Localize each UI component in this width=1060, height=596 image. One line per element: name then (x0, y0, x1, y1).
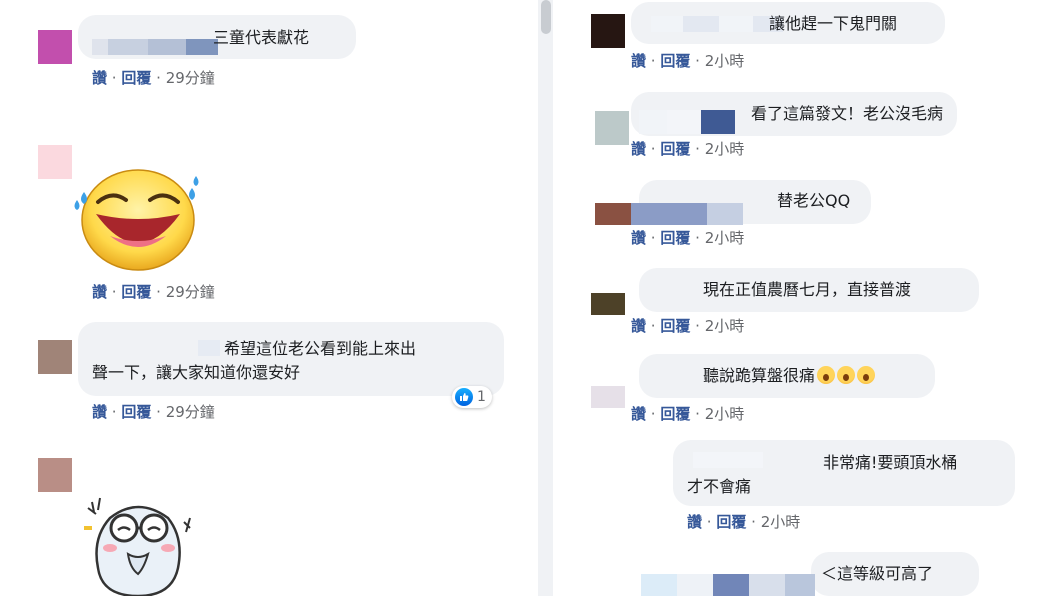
comments-column-right: 讓他趕一下鬼門關 讚 · 回覆 · 2小時 看了這篇發文！老公沒毛病 讚 · 回… (553, 0, 1060, 596)
comment-text-line2: 聲一下，讓大家知道你還安好 (92, 363, 301, 382)
hamster-glasses-sticker (84, 497, 191, 596)
timestamp[interactable]: 2小時 (705, 405, 745, 423)
avatar[interactable] (591, 293, 625, 315)
like-link[interactable]: 讚 (92, 403, 107, 421)
timestamp[interactable]: 29分鐘 (166, 69, 215, 87)
column-divider (538, 0, 553, 596)
comment-text: 三童代表獻花 (213, 28, 310, 47)
comment-bubble: 現在正值農曆七月，直接普渡 (639, 268, 979, 312)
like-link[interactable]: 讚 (631, 229, 646, 247)
reply-link[interactable]: 回覆 (121, 69, 151, 87)
comment-text: 替老公QQ (777, 191, 851, 210)
timestamp[interactable]: 29分鐘 (166, 403, 215, 421)
comment-text-line1: 非常痛!要頭頂水桶 (823, 453, 958, 472)
comment-actions: 讚 · 回覆 · 2小時 (631, 140, 745, 158)
timestamp[interactable]: 2小時 (705, 52, 745, 70)
redacted-name (198, 340, 220, 356)
comment-text: 現在正值農曆七月，直接普渡 (703, 280, 912, 299)
comment-actions: 讚 · 回覆 · 2小時 (631, 52, 745, 70)
comment-actions: 讚 · 回覆 · 2小時 (631, 317, 745, 335)
comment-text: 看了這篇發文！老公沒毛病 (751, 104, 944, 123)
comment-text: 讓他趕一下鬼門關 (769, 14, 898, 33)
comments-column-left: 三童代表獻花 讚 · 回覆 · 29分鐘 讚 · 回覆 · 29分鐘 希望這位老… (0, 0, 538, 596)
timestamp[interactable]: 2小時 (761, 513, 801, 531)
comment-actions: 讚 · 回覆 · 29分鐘 (92, 403, 215, 421)
reply-link[interactable]: 回覆 (660, 140, 690, 158)
reply-link[interactable]: 回覆 (660, 405, 690, 423)
like-link[interactable]: 讚 (631, 317, 646, 335)
timestamp[interactable]: 2小時 (705, 229, 745, 247)
like-link[interactable]: 讚 (631, 52, 646, 70)
comment-bubble: 聽說跪算盤很痛 (639, 354, 935, 398)
avatar[interactable] (38, 340, 72, 374)
comment-bubble: ＜這等級可高了 (811, 552, 979, 596)
avatar[interactable] (38, 30, 72, 64)
avatar[interactable] (38, 458, 72, 492)
comment-actions: 讚 · 回覆 · 29分鐘 (92, 283, 215, 301)
avatar[interactable] (38, 145, 72, 179)
comment-text-line1: 希望這位老公看到能上來出 (224, 339, 417, 358)
redacted-name (641, 574, 815, 596)
avatar[interactable] (595, 111, 629, 145)
like-link[interactable]: 讚 (631, 405, 646, 423)
like-link[interactable]: 讚 (687, 513, 702, 531)
laughing-tears-emoji (74, 169, 199, 271)
reply-link[interactable]: 回覆 (660, 52, 690, 70)
redacted-name (651, 16, 783, 32)
timestamp[interactable]: 2小時 (705, 317, 745, 335)
redacted-name (92, 39, 218, 55)
comment-bubble: 非常痛!要頭頂水桶 才不會痛 (673, 440, 1015, 506)
open-mouth-emoji (817, 366, 836, 384)
thumbs-up-icon (455, 388, 473, 406)
avatar[interactable] (591, 386, 625, 408)
redacted-name (693, 452, 763, 468)
redacted-name (595, 203, 743, 225)
comment-bubble: 希望這位老公看到能上來出 聲一下，讓大家知道你還安好 (78, 322, 504, 396)
reply-link[interactable]: 回覆 (121, 403, 151, 421)
comment-actions: 讚 · 回覆 · 29分鐘 (92, 69, 215, 87)
reply-link[interactable]: 回覆 (121, 283, 151, 301)
reply-link[interactable]: 回覆 (660, 317, 690, 335)
like-link[interactable]: 讚 (92, 283, 107, 301)
timestamp[interactable]: 2小時 (705, 140, 745, 158)
scrollbar-thumb[interactable] (541, 0, 551, 34)
reaction-count[interactable]: 1 (452, 386, 492, 408)
like-link[interactable]: 讚 (92, 69, 107, 87)
comment-bubble: 三童代表獻花 (78, 15, 356, 59)
comment-text: ＜這等級可高了 (821, 564, 934, 583)
comment-text-line2: 才不會痛 (687, 477, 752, 496)
reply-link[interactable]: 回覆 (716, 513, 746, 531)
reply-link[interactable]: 回覆 (660, 229, 690, 247)
comment-actions: 讚 · 回覆 · 2小時 (631, 229, 745, 247)
timestamp[interactable]: 29分鐘 (166, 283, 215, 301)
comment-actions: 讚 · 回覆 · 2小時 (631, 405, 745, 423)
comment-bubble: 讓他趕一下鬼門關 (631, 2, 945, 44)
comment-text: 聽說跪算盤很痛 (703, 365, 876, 387)
redacted-name (639, 110, 735, 134)
open-mouth-emoji (837, 366, 856, 384)
comment-bubble: 看了這篇發文！老公沒毛病 (631, 92, 957, 136)
comment-actions: 讚 · 回覆 · 2小時 (687, 513, 801, 531)
avatar[interactable] (591, 14, 625, 48)
reaction-number: 1 (477, 389, 486, 405)
open-mouth-emoji (857, 366, 876, 384)
like-link[interactable]: 讚 (631, 140, 646, 158)
